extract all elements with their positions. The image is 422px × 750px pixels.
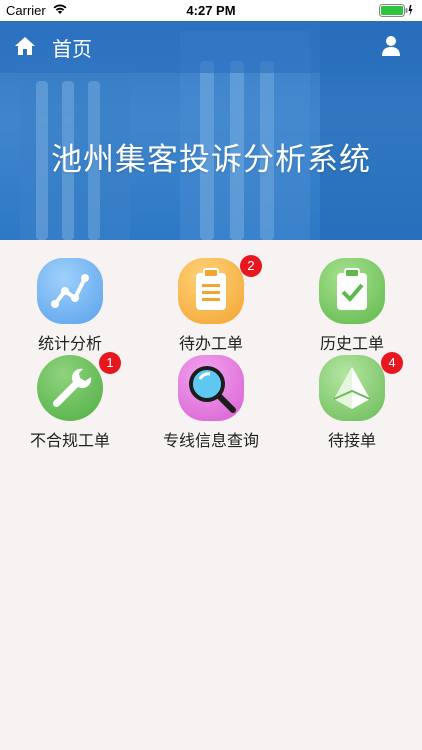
menu-label: 待接单 [327, 431, 376, 450]
status-bar: Carrier 4:27 PM [0, 0, 422, 21]
home-icon[interactable] [14, 36, 36, 56]
menu-item-history-orders[interactable]: 历史工单 [282, 258, 422, 353]
clipboard-check-icon [319, 258, 385, 324]
menu-item-noncompliant-orders[interactable]: 1 不合规工单 [0, 352, 140, 450]
banner-title: 池州集客投诉分析系统 [51, 142, 371, 178]
menu-label: 不合规工单 [29, 431, 110, 450]
banner: 首页 池州集客投诉分析系统 [0, 21, 422, 240]
menu-item-pending-orders[interactable]: 2 待办工单 [141, 255, 281, 353]
pyramid-icon [319, 355, 385, 421]
pending-count-badge: 2 [240, 255, 262, 277]
menu-item-awaiting-acceptance[interactable]: 4 待接单 [282, 352, 422, 450]
menu-label: 专线信息查询 [162, 431, 259, 450]
noncompliant-count-badge: 1 [99, 352, 121, 374]
menu-item-line-query[interactable]: 专线信息查询 [141, 355, 281, 450]
magnifier-icon [178, 355, 244, 421]
awaiting-count-badge: 4 [381, 352, 403, 374]
clipboard-icon [178, 258, 244, 324]
status-time: 4:27 PM [186, 3, 236, 18]
menu-label: 历史工单 [319, 334, 384, 353]
menu-label: 统计分析 [37, 334, 102, 353]
menu-item-statistics[interactable]: 统计分析 [0, 258, 140, 353]
wrench-icon [37, 355, 103, 421]
battery-icon [379, 4, 413, 17]
menu-label: 待办工单 [178, 334, 243, 353]
user-icon[interactable] [382, 35, 400, 57]
nav-bar: 首页 [0, 21, 422, 73]
page-title: 首页 [52, 37, 92, 61]
chart-icon [37, 258, 103, 324]
